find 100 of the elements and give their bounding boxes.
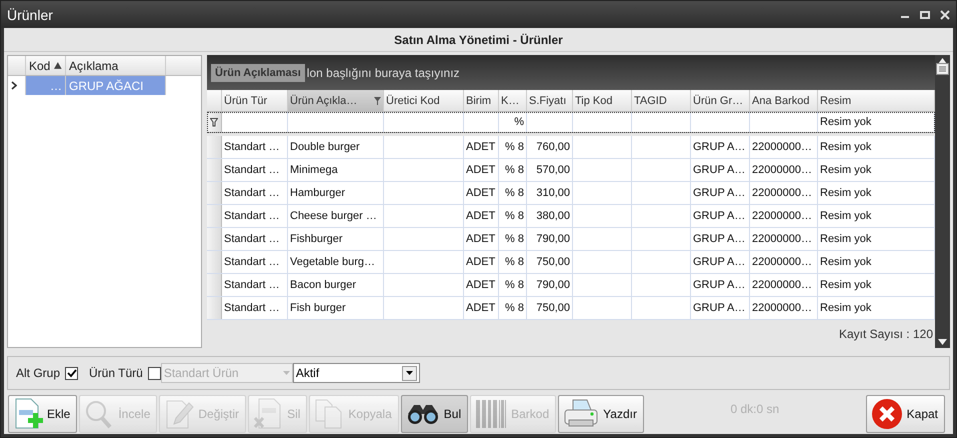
checkbox[interactable]	[65, 366, 78, 380]
close-button[interactable]: Kapat	[866, 395, 945, 433]
table-cell: Fish burger	[288, 297, 384, 319]
magnifier-icon	[84, 398, 114, 430]
add-button[interactable]: Ekle	[8, 395, 78, 433]
table-cell: % 8	[499, 228, 527, 250]
row-indicator-icon	[11, 81, 17, 90]
table-cell: ADET	[464, 159, 499, 181]
table-cell: ADET	[464, 228, 499, 250]
table-cell: GRUP A…	[691, 297, 750, 319]
table-cell: 22000000…	[750, 136, 818, 158]
document-plus-icon	[13, 398, 43, 430]
copy-icon	[314, 398, 344, 430]
table-cell: Vegetable burg…	[288, 251, 384, 273]
table-cell: ADET	[464, 251, 499, 273]
table-cell: Bacon burger	[288, 274, 384, 296]
table-cell: 22000000…	[750, 228, 818, 250]
table-cell: Standart …	[222, 136, 288, 158]
table-cell: 22000000…	[750, 205, 818, 227]
column-header[interactable]: TAGID	[632, 90, 691, 111]
table-cell: Fishburger	[288, 228, 384, 250]
checkbox[interactable]	[148, 366, 161, 380]
table-cell: 22000000…	[750, 251, 818, 273]
column-header[interactable]: Kod	[26, 56, 66, 75]
sort-ascending-icon	[54, 62, 62, 69]
table-cell: 22000000…	[750, 297, 818, 319]
filter-cell[interactable]: %	[499, 112, 527, 132]
table-cell: GRUP A…	[691, 251, 750, 273]
table-cell: Standart …	[222, 274, 288, 296]
table-cell: 790,00	[527, 228, 573, 250]
maximize-icon[interactable]	[920, 10, 930, 18]
group-hint: lon başlığını buraya taşıyınız	[306, 66, 460, 80]
table-cell: ADET	[464, 297, 499, 319]
dropdown-arrow-icon	[282, 371, 290, 375]
table-cell: % 8	[499, 297, 527, 319]
filter-row[interactable]: % Resim yok	[207, 112, 935, 133]
table-cell: ADET	[464, 182, 499, 204]
column-header[interactable]: Tip Kod	[573, 90, 632, 111]
table-cell: Standart …	[222, 159, 288, 181]
close-icon[interactable]	[940, 10, 950, 20]
window-title: Ürünler	[7, 6, 53, 22]
column-header[interactable]: Ana Barkod	[750, 90, 818, 111]
table-cell: GRUP A…	[691, 182, 750, 204]
dragged-column-header[interactable]: Ürün Açıklaması	[211, 64, 305, 82]
header-corner	[207, 90, 222, 111]
table-cell: GRUP A…	[691, 159, 750, 181]
column-header[interactable]: Üretici Kod	[384, 90, 464, 111]
scroll-down-icon[interactable]	[938, 339, 947, 345]
table-cell: GRUP A…	[691, 228, 750, 250]
checkbox-label: Alt Grup	[16, 366, 60, 380]
status-dropdown[interactable]: Aktif	[292, 363, 420, 383]
table-cell: ADET	[464, 205, 499, 227]
table-cell: GRUP A…	[691, 136, 750, 158]
column-header[interactable]: S.Fiyatı	[527, 90, 573, 111]
table-cell: % 8	[499, 159, 527, 181]
filter-icon	[374, 96, 381, 104]
table-cell: Standart …	[222, 205, 288, 227]
table-cell: 22000000…	[750, 274, 818, 296]
document-x-icon	[253, 398, 284, 430]
table-cell: % 8	[499, 182, 527, 204]
table-cell: Minimega	[288, 159, 384, 181]
document-pencil-icon	[164, 398, 194, 430]
column-header[interactable]: Ürün Gr…	[691, 90, 750, 111]
scrollbar[interactable]	[935, 55, 950, 348]
table-cell: 22000000…	[750, 159, 818, 181]
table-cell: % 8	[499, 274, 527, 296]
table-cell: GRUP A…	[691, 205, 750, 227]
table-cell: 750,00	[527, 297, 573, 319]
close-icon	[870, 398, 903, 430]
table-cell: Standart …	[222, 182, 288, 204]
table-cell: % 8	[499, 205, 527, 227]
table-cell: 380,00	[527, 205, 573, 227]
record-count: Kayıt Sayısı : 120	[838, 327, 933, 341]
binoculars-icon	[406, 402, 440, 426]
panel-heading: Satın Alma Yönetimi - Ürünler	[4, 28, 953, 52]
column-header[interactable]: Birim	[464, 90, 499, 111]
checkbox-label: Ürün Türü	[89, 366, 143, 380]
table-cell: Double burger	[288, 136, 384, 158]
table-cell: 760,00	[527, 136, 573, 158]
table-cell: 750,00	[527, 251, 573, 273]
table-cell: Standart …	[222, 297, 288, 319]
table-cell: Standart …	[222, 228, 288, 250]
barcode-icon	[475, 398, 508, 430]
print-button[interactable]: Yazdır	[558, 395, 644, 433]
table-cell: 790,00	[527, 274, 573, 296]
table-cell: ADET	[464, 136, 499, 158]
table-cell: Cheese burger …	[288, 205, 384, 227]
find-button[interactable]: Bul	[400, 395, 468, 433]
table-cell: ADET	[464, 274, 499, 296]
column-header[interactable]: Ürün Tür	[222, 90, 288, 111]
table-cell: Hamburger	[288, 182, 384, 204]
table-cell: 310,00	[527, 182, 573, 204]
filter-icon	[210, 118, 218, 126]
table-cell: Standart …	[222, 251, 288, 273]
table-cell: % 8	[499, 251, 527, 273]
column-header[interactable]: K…	[499, 90, 527, 111]
column-header[interactable]: Ürün Açıkla…	[288, 90, 384, 111]
table-cell: 22000000…	[750, 182, 818, 204]
column-header[interactable]: Açıklama	[66, 56, 166, 75]
column-header[interactable]: Resim	[818, 90, 935, 111]
